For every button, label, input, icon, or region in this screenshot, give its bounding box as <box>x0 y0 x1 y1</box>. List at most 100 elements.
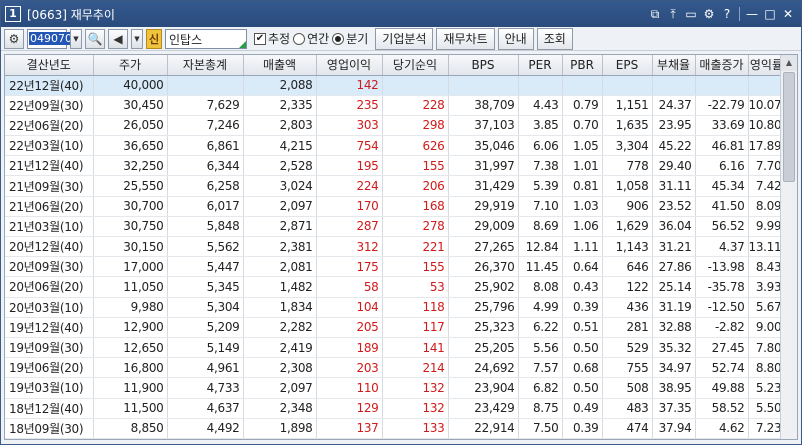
table-row[interactable]: 20년09월(30) 17,000 5,447 2,081 175 155 26,370 11… <box>5 256 786 278</box>
table-cell: 2,088 <box>243 75 317 96</box>
table-cell: 0.79 <box>562 95 603 116</box>
table-row[interactable]: 22년03월(10) 36,650 6,861 4,215 754 626 35,046 6.… <box>5 135 786 157</box>
financial-chart-button[interactable]: 재무차트 <box>436 27 495 50</box>
table-cell: 7.50 <box>518 418 563 439</box>
stock-name-field[interactable]: 인탑스 <box>165 28 247 49</box>
table-row[interactable]: 19년03월(10) 11,900 4,733 2,097 110 132 23,904 6.… <box>5 377 786 399</box>
pin-top-icon[interactable]: ⤒ <box>664 5 682 23</box>
table-cell: 20년09월(30) <box>5 256 94 278</box>
column-header[interactable]: 당기순익 <box>382 55 449 76</box>
table-row[interactable]: 18년12월(40) 11,500 4,637 2,348 129 132 23,429 8.… <box>5 398 786 419</box>
table-row[interactable]: 19년06월(20) 16,800 4,961 2,308 203 214 24,692 7.… <box>5 357 786 379</box>
table-cell: 25,902 <box>448 276 519 298</box>
title-bar[interactable]: 1 [0663] 재무추이 ⧉ ⤒ ▭ ⚙ ? — □ ✕ <box>1 1 801 27</box>
scroll-thumb[interactable] <box>783 72 795 182</box>
stock-code-input[interactable]: 049070 <box>27 28 73 49</box>
table-cell: 626 <box>382 135 449 157</box>
guide-button[interactable]: 안내 <box>497 27 534 50</box>
table-cell: 5,149 <box>167 337 244 359</box>
column-header[interactable]: 영업이익 <box>316 55 383 76</box>
table-cell: 117 <box>382 317 449 338</box>
quarterly-radio-icon[interactable] <box>332 32 345 45</box>
column-header[interactable]: 자본총계 <box>167 55 244 76</box>
table-cell: 4,961 <box>167 357 244 379</box>
financial-grid[interactable]: 결산년도 주가 자본총계 매출액 영업이익 당기순익 BPS PER PBR EPS 부채율 매출증가… <box>4 54 798 440</box>
estimate-checkbox[interactable]: ✔ 추정 <box>254 30 290 47</box>
table-cell: 0.50 <box>562 337 603 359</box>
table-cell: 23,904 <box>448 377 519 399</box>
minimize-icon[interactable]: — <box>743 5 761 23</box>
table-cell: 45.22 <box>652 135 696 157</box>
table-row[interactable]: 21년12월(40) 32,250 6,344 2,528 195 155 31,997 7.… <box>5 155 786 177</box>
speaker-dropdown-chevron-icon[interactable]: ▼ <box>131 28 143 49</box>
table-cell: 22년06월(20) <box>5 115 94 137</box>
table-cell: 4.37 <box>695 236 749 258</box>
table-cell: 41 <box>316 438 383 439</box>
table-cell: 18년09월(30) <box>5 418 94 439</box>
table-row[interactable]: 21년06월(20) 30,700 6,017 2,097 170 168 29,919 7.… <box>5 196 786 217</box>
table-row[interactable]: 18년06월(20)8,9104,4001,511417922,6028.400… <box>5 438 786 439</box>
help-icon[interactable]: ? <box>718 5 736 23</box>
table-cell: 6.16 <box>695 155 749 177</box>
column-header[interactable]: 부채율 <box>652 55 696 76</box>
estimate-check-icon[interactable]: ✔ <box>254 32 266 45</box>
annual-label: 연간 <box>307 32 330 46</box>
column-header[interactable]: BPS <box>448 55 519 76</box>
table-row[interactable]: 22년06월(20) 26,050 7,246 2,803 303 298 37,103 3.… <box>5 115 786 137</box>
annual-radio[interactable]: 연간 <box>293 30 329 47</box>
table-row[interactable]: 20년03월(10) 9,980 5,304 1,834 104 118 25,796 4.9… <box>5 297 786 318</box>
table-row[interactable]: 19년12월(40) 12,900 5,209 2,282 205 117 25,323 6.… <box>5 317 786 338</box>
column-header[interactable]: PBR <box>562 55 603 76</box>
table-cell: 6,258 <box>167 175 244 197</box>
inquiry-button[interactable]: 조회 <box>536 27 573 50</box>
table-row[interactable]: 21년09월(30) 25,550 6,258 3,024 224 206 31,429 5.… <box>5 175 786 197</box>
gear-icon[interactable]: ⚙ <box>4 28 24 49</box>
table-cell: 6.22 <box>518 317 563 338</box>
maximize-icon[interactable]: □ <box>761 5 779 23</box>
table-cell: 8.40 <box>518 438 563 439</box>
table-cell: 189 <box>316 337 383 359</box>
table-cell: 46.81 <box>695 135 749 157</box>
table-row[interactable]: 22년09월(30) 30,450 7,629 2,335 235 228 38,709 4.… <box>5 95 786 116</box>
table-cell: 25.14 <box>652 276 696 298</box>
quarterly-radio[interactable]: 분기 <box>332 30 368 47</box>
table-cell: 206 <box>382 175 449 197</box>
column-header[interactable]: 주가 <box>93 55 168 76</box>
table-cell: 23,429 <box>448 398 519 419</box>
table-cell: 0.43 <box>562 276 603 298</box>
table-cell <box>518 75 563 96</box>
table-cell: 58.52 <box>695 398 749 419</box>
table-cell: 17,000 <box>93 256 168 278</box>
column-header[interactable]: 매출증가 <box>695 55 749 76</box>
close-icon[interactable]: ✕ <box>779 5 797 23</box>
code-dropdown-chevron-icon[interactable]: ▼ <box>70 28 82 49</box>
vertical-scrollbar[interactable]: ▲ <box>780 55 797 439</box>
table-cell: 1.03 <box>562 196 603 217</box>
table-row[interactable]: 18년09월(30) 8,850 4,492 1,898 137 133 22,914 7.5… <box>5 418 786 439</box>
speaker-icon[interactable]: ◀ <box>108 28 128 49</box>
table-row[interactable]: 20년12월(40) 30,150 5,562 2,381 312 221 27,265 12… <box>5 236 786 258</box>
column-header[interactable]: 매출액 <box>243 55 317 76</box>
column-header[interactable]: 결산년도 <box>5 55 94 76</box>
annual-radio-icon[interactable] <box>293 32 306 45</box>
table-cell: 20년06월(20) <box>5 276 94 298</box>
table-cell: 155 <box>382 155 449 177</box>
table-cell: 33.69 <box>695 115 749 137</box>
table-row[interactable]: 20년06월(20) 11,050 5,345 1,482 58 53 25,902 8.08… <box>5 276 786 298</box>
print-icon[interactable]: ▭ <box>682 5 700 23</box>
column-header[interactable]: EPS <box>602 55 653 76</box>
table-cell: 31,997 <box>448 155 519 177</box>
column-header[interactable]: PER <box>518 55 563 76</box>
company-analysis-button[interactable]: 기업분석 <box>375 27 434 50</box>
table-row[interactable]: 19년09월(30) 12,650 5,149 2,419 189 141 25,205 5.… <box>5 337 786 359</box>
scroll-up-arrow-icon[interactable]: ▲ <box>781 55 797 71</box>
table-row[interactable]: 22년12월(40) 40,000 2,088 142 <box>5 75 786 96</box>
link-window-icon[interactable]: ⧉ <box>646 5 664 23</box>
table-cell: -10.82 <box>695 438 749 439</box>
table-row[interactable]: 21년03월(10) 30,750 5,848 2,871 287 278 29,009 8.… <box>5 216 786 238</box>
table-cell: 278 <box>382 216 449 238</box>
search-icon[interactable]: 🔍 <box>85 28 105 49</box>
table-cell: 0.50 <box>562 377 603 399</box>
settings-icon[interactable]: ⚙ <box>700 5 718 23</box>
table-cell: 19년06월(20) <box>5 357 94 379</box>
